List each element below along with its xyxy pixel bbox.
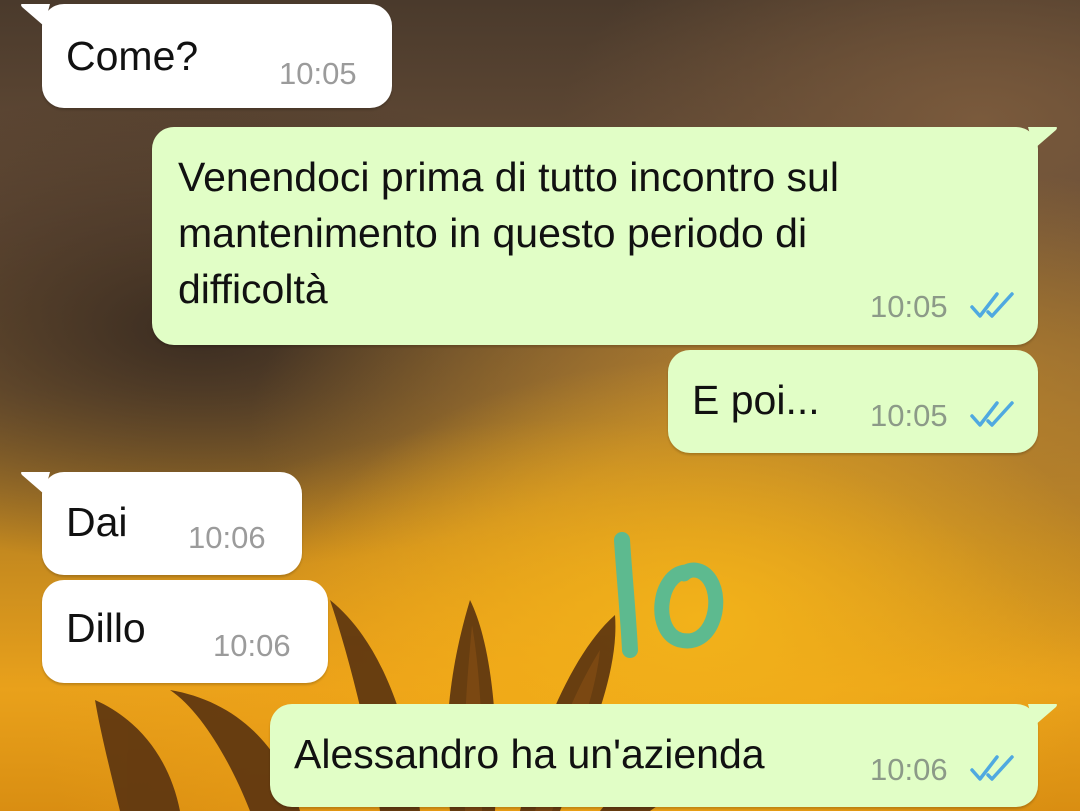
message-text-line: mantenimento in questo periodo di [178, 210, 808, 256]
bubble-tail-icon [21, 472, 50, 494]
outgoing-message-bubble[interactable]: Venendoci prima di tutto incontro sul ma… [152, 127, 1057, 345]
message-text: Dillo [66, 605, 146, 651]
bubble-tail-icon [1028, 127, 1057, 149]
message-timestamp: 10:06 [213, 628, 291, 663]
outgoing-message-bubble[interactable]: Alessandro ha un'azienda 10:06 [270, 704, 1057, 807]
incoming-message-bubble[interactable]: Come? 10:05 [21, 4, 392, 108]
double-check-icon [970, 292, 1014, 318]
message-timestamp: 10:05 [870, 289, 948, 324]
handwritten-number-annotation [614, 532, 724, 658]
double-check-icon [970, 401, 1014, 427]
message-timestamp: 10:06 [870, 752, 948, 787]
message-timestamp: 10:05 [870, 398, 948, 433]
message-text-line: Venendoci prima di tutto incontro sul [178, 154, 839, 200]
incoming-message-bubble[interactable]: Dai 10:06 [21, 472, 302, 575]
message-timestamp: 10:06 [188, 520, 266, 555]
double-check-icon [970, 755, 1014, 781]
message-text: Come? [66, 33, 199, 79]
outgoing-message-bubble[interactable]: E poi... 10:05 [668, 350, 1038, 453]
bubble-tail-icon [21, 4, 50, 26]
message-text: Dai [66, 499, 128, 545]
message-timestamp: 10:05 [279, 56, 357, 91]
bubble-tail-icon [1028, 704, 1057, 726]
message-text: E poi... [692, 377, 820, 423]
message-text-line: difficoltà [178, 266, 328, 312]
message-text: Alessandro ha un'azienda [294, 731, 765, 777]
incoming-message-bubble[interactable]: Dillo 10:06 [42, 580, 328, 683]
